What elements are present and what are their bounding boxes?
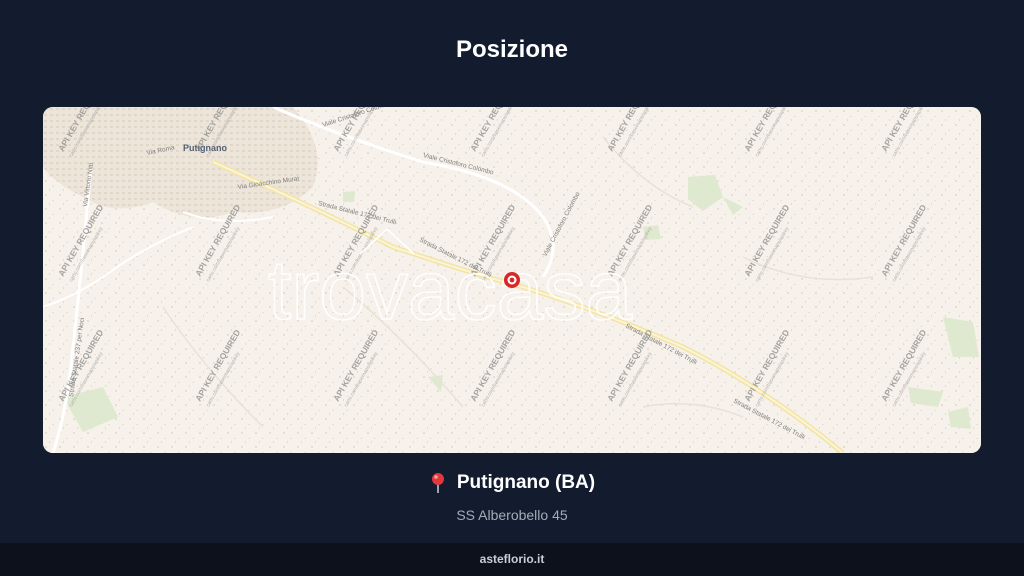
location-line: Putignano (BA) [429,472,595,494]
trovacasa-watermark: trovacasa [267,227,633,338]
brand-watermark-text: trovacasa [268,243,632,337]
page-title: Posizione [455,36,569,63]
location-city: Putignano (BA) [456,472,596,493]
map-view[interactable]: Putignano Via Gioacchino Murat Strada St… [43,107,981,453]
footer-site[interactable]: asteflorio.it [0,543,1024,576]
property-marker[interactable] [504,272,520,288]
map-pin-icon [431,473,444,493]
location-info: Putignano (BA) SS Alberobello 45 [0,472,1024,523]
location-address: SS Alberobello 45 [456,507,568,523]
